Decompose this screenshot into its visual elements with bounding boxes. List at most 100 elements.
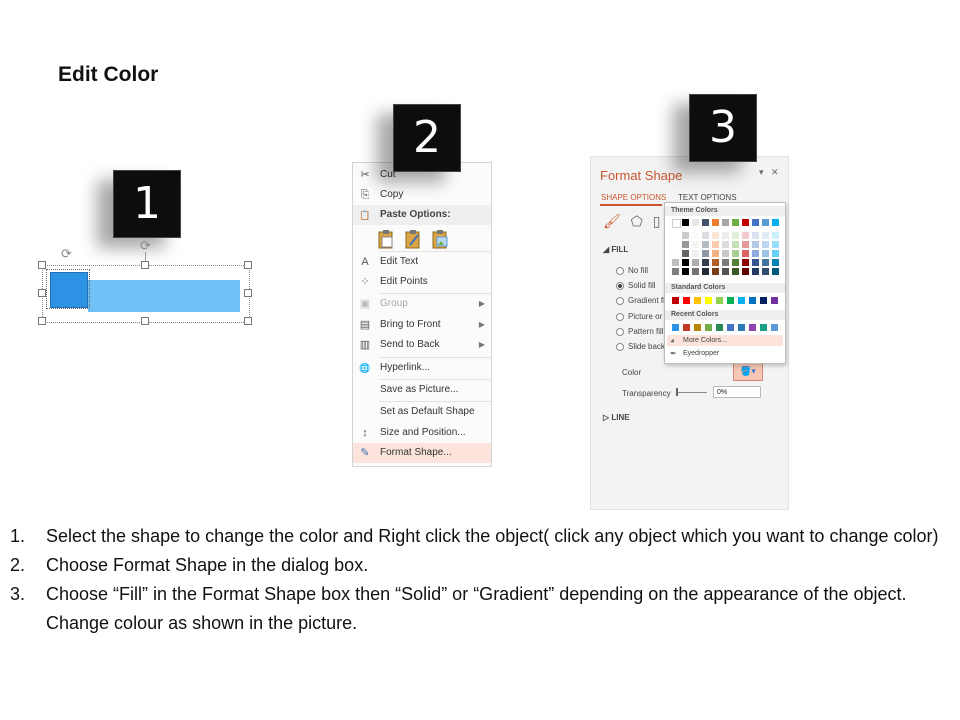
color-swatch[interactable] — [760, 324, 767, 331]
color-swatch[interactable] — [752, 259, 759, 266]
eyedropper-item[interactable]: ✒ Eyedropper — [667, 348, 783, 359]
fill-line-icon[interactable]: 🖌 — [603, 213, 621, 229]
color-swatch[interactable] — [694, 324, 701, 331]
color-swatch[interactable] — [683, 297, 690, 304]
resize-handle[interactable] — [244, 317, 252, 325]
color-swatch[interactable] — [672, 219, 681, 228]
color-swatch[interactable] — [702, 259, 709, 266]
color-swatch[interactable] — [742, 232, 749, 239]
color-swatch[interactable] — [682, 250, 689, 257]
color-swatch[interactable] — [705, 297, 712, 304]
effects-icon[interactable]: ⬠ — [631, 213, 643, 229]
color-swatch[interactable] — [772, 250, 779, 257]
resize-handle[interactable] — [38, 289, 46, 297]
color-swatch[interactable] — [712, 232, 719, 239]
radio-gradient-fill[interactable]: Gradient fill — [616, 296, 668, 305]
color-swatch[interactable] — [732, 219, 739, 226]
color-swatch[interactable] — [752, 219, 759, 226]
tab-shape-options[interactable]: SHAPE OPTIONS — [601, 193, 666, 202]
fill-color-button[interactable]: 🪣▾ — [733, 362, 763, 381]
menu-item-bring-to-front[interactable]: ▤ Bring to Front ▶ — [353, 315, 491, 335]
menu-item-set-default-shape[interactable]: Set as Default Shape — [353, 402, 491, 422]
color-swatch[interactable] — [771, 324, 778, 331]
color-swatch[interactable] — [672, 232, 679, 239]
transparency-slider-thumb[interactable] — [676, 388, 678, 396]
color-swatch[interactable] — [738, 324, 745, 331]
color-swatch[interactable] — [738, 297, 745, 304]
color-swatch[interactable] — [732, 232, 739, 239]
color-swatch[interactable] — [762, 232, 769, 239]
resize-handle[interactable] — [141, 317, 149, 325]
menu-item-format-shape[interactable]: ✎ Format Shape... — [353, 443, 491, 463]
color-swatch[interactable] — [692, 259, 699, 266]
color-swatch[interactable] — [742, 250, 749, 257]
color-swatch[interactable] — [732, 241, 739, 248]
color-swatch[interactable] — [772, 259, 779, 266]
color-swatch[interactable] — [672, 259, 679, 266]
transparency-slider[interactable] — [677, 392, 707, 393]
color-swatch[interactable] — [732, 250, 739, 257]
color-swatch[interactable] — [682, 219, 689, 226]
color-swatch[interactable] — [742, 241, 749, 248]
size-properties-icon[interactable]: ▯ — [653, 213, 661, 229]
color-swatch[interactable] — [752, 241, 759, 248]
color-swatch[interactable] — [672, 250, 679, 257]
resize-handle[interactable] — [38, 317, 46, 325]
color-swatch[interactable] — [772, 232, 779, 239]
color-swatch[interactable] — [672, 268, 679, 275]
color-swatch[interactable] — [760, 297, 767, 304]
close-icon[interactable]: ✕ — [771, 167, 779, 178]
blue-bar-shape[interactable] — [88, 280, 240, 312]
color-swatch[interactable] — [762, 219, 769, 226]
color-swatch[interactable] — [712, 241, 719, 248]
color-swatch[interactable] — [752, 250, 759, 257]
color-swatch[interactable] — [702, 268, 709, 275]
menu-item-edit-text[interactable]: A Edit Text — [353, 252, 491, 272]
color-swatch[interactable] — [762, 250, 769, 257]
color-swatch[interactable] — [742, 268, 749, 275]
color-swatch[interactable] — [702, 219, 709, 226]
color-swatch[interactable] — [716, 297, 723, 304]
color-swatch[interactable] — [692, 268, 699, 275]
color-swatch[interactable] — [712, 250, 719, 257]
color-swatch[interactable] — [692, 219, 699, 226]
menu-item-send-to-back[interactable]: ▥ Send to Back ▶ — [353, 335, 491, 355]
color-swatch[interactable] — [772, 268, 779, 275]
color-swatch[interactable] — [762, 241, 769, 248]
color-swatch[interactable] — [712, 219, 719, 226]
radio-pattern-fill[interactable]: Pattern fill — [616, 327, 664, 336]
color-swatch[interactable] — [692, 250, 699, 257]
menu-item-group[interactable]: ▣ Group ▶ — [353, 294, 491, 314]
menu-item-copy[interactable]: ⎘ Copy — [353, 185, 491, 205]
color-swatch[interactable] — [749, 324, 756, 331]
color-swatch[interactable] — [712, 259, 719, 266]
line-section-header[interactable]: ▷ LINE — [603, 413, 630, 422]
color-swatch[interactable] — [752, 232, 759, 239]
transparency-input[interactable]: 0% — [713, 386, 761, 398]
color-swatch[interactable] — [702, 232, 709, 239]
color-swatch[interactable] — [694, 297, 701, 304]
color-swatch[interactable] — [722, 250, 729, 257]
resize-handle[interactable] — [244, 261, 252, 269]
color-swatch[interactable] — [772, 241, 779, 248]
radio-no-fill[interactable]: No fill — [616, 266, 648, 275]
color-swatch[interactable] — [722, 268, 729, 275]
paste-destination-icon[interactable] — [404, 229, 422, 249]
resize-handle[interactable] — [244, 289, 252, 297]
paste-picture-icon[interactable] — [431, 229, 449, 249]
color-swatch[interactable] — [702, 250, 709, 257]
color-swatch[interactable] — [692, 241, 699, 248]
color-swatch[interactable] — [672, 241, 679, 248]
color-swatch[interactable] — [732, 268, 739, 275]
color-swatch[interactable] — [716, 324, 723, 331]
color-swatch[interactable] — [771, 297, 778, 304]
more-colors-item[interactable]: ◕ More Colors... — [667, 335, 783, 346]
resize-handle[interactable] — [141, 261, 149, 269]
color-swatch[interactable] — [772, 219, 779, 226]
paste-keep-formatting-icon[interactable] — [377, 229, 395, 249]
color-swatch[interactable] — [752, 268, 759, 275]
rotate-handle-icon[interactable]: ⟳ — [61, 246, 72, 262]
pane-dropdown-icon[interactable]: ▾ — [759, 167, 764, 178]
color-swatch[interactable] — [702, 241, 709, 248]
color-swatch[interactable] — [682, 232, 689, 239]
